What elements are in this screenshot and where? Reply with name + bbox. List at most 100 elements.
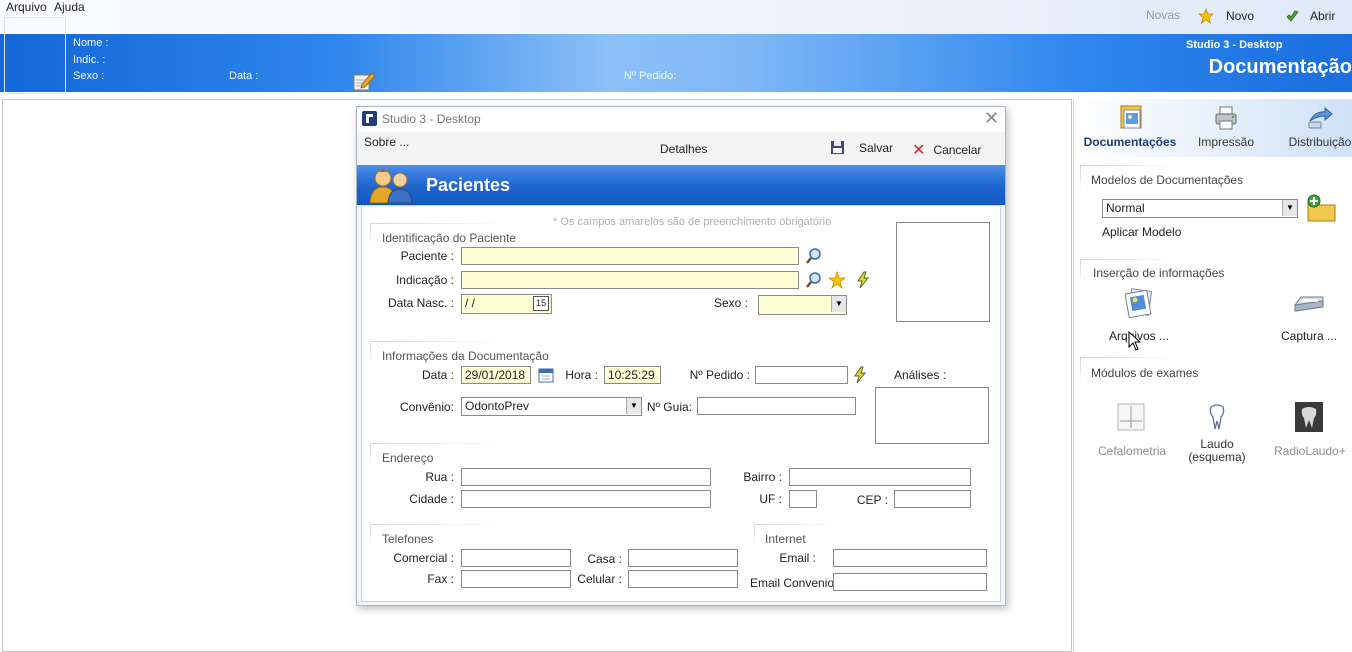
dialog-banner: Pacientes xyxy=(357,165,1005,205)
search-icon[interactable] xyxy=(805,271,823,289)
dialog-toolbar: Sobre ... Detalhes Salvar ✕ Cancelar xyxy=(357,132,1005,164)
mobile-label: Celular : xyxy=(577,572,622,586)
menu-ajuda[interactable]: Ajuda xyxy=(54,0,85,14)
date-field[interactable]: 29/01/2018 xyxy=(461,366,531,384)
lightning-icon[interactable] xyxy=(851,366,869,384)
insurance-label: Convênio: xyxy=(399,400,454,414)
commercial-label: Comercial : xyxy=(393,551,454,565)
about-menu[interactable]: Sobre ... xyxy=(364,135,409,149)
models-group-title: Modelos de Documentações xyxy=(1091,173,1244,187)
add-folder-icon[interactable] xyxy=(1305,193,1339,223)
dialog-title: Studio 3 - Desktop xyxy=(382,112,481,126)
order-field[interactable] xyxy=(755,366,848,384)
street-field[interactable] xyxy=(461,468,711,486)
calendar-icon[interactable]: 15 xyxy=(533,296,549,311)
new-button[interactable]: Novo xyxy=(1198,8,1254,24)
tab-documentacoes-label: Documentações xyxy=(1083,135,1177,149)
capture-label: Captura ... xyxy=(1280,329,1338,343)
email-label: Email : xyxy=(779,551,816,565)
top-bar: Arquivo Ajuda Novas Novo Abrir xyxy=(0,0,1352,34)
home-phone-field[interactable] xyxy=(628,549,738,567)
tab-distribuicao[interactable]: Distribuição xyxy=(1284,99,1352,157)
time-field[interactable]: 10:25:29 xyxy=(604,366,661,384)
patients-people-icon xyxy=(369,169,413,203)
tab-documentacoes[interactable]: Documentações xyxy=(1078,99,1182,157)
indication-label: Indicação : xyxy=(395,273,454,287)
guide-label: Nº Guia: xyxy=(646,400,692,414)
app-logo-icon xyxy=(362,111,377,126)
mobile-phone-field[interactable] xyxy=(628,570,738,588)
right-panel-tabs: Documentações Impressão Distribuição xyxy=(1074,99,1352,157)
patient-header: Nome : Indic. : Sexo : Data : Nº Pedido:… xyxy=(0,34,1352,92)
star-icon[interactable] xyxy=(828,271,846,289)
commercial-phone-field[interactable] xyxy=(461,549,571,567)
address-section-title: Endereço xyxy=(382,451,434,465)
save-button[interactable]: Salvar xyxy=(830,140,893,155)
radiolaudo-label: RadioLaudo+ xyxy=(1274,444,1346,458)
guide-field[interactable] xyxy=(697,397,856,415)
sex-select[interactable]: ▼ xyxy=(758,295,847,315)
patient-label: Paciente : xyxy=(400,249,454,263)
patient-photo-frame[interactable] xyxy=(896,222,990,322)
calendar-icon[interactable] xyxy=(537,366,555,384)
chevron-down-icon: ▼ xyxy=(626,398,641,414)
cephalometry-icon xyxy=(1117,403,1145,431)
insurance-select-value: OdontoPrev xyxy=(465,399,530,413)
model-select[interactable]: Normal ▼ xyxy=(1102,199,1298,218)
tab-distribuicao-label: Distribuição xyxy=(1288,135,1352,149)
fax-field[interactable] xyxy=(461,570,571,588)
edit-note-icon[interactable] xyxy=(352,70,376,92)
city-field[interactable] xyxy=(461,490,711,508)
birth-date-field[interactable]: / / 15 xyxy=(461,294,552,314)
page-title: Documentação xyxy=(1208,56,1352,78)
tab-impressao[interactable]: Impressão xyxy=(1190,99,1262,157)
details-button[interactable]: Detalhes xyxy=(660,142,707,156)
identification-section-title: Identificação do Paciente xyxy=(382,231,517,245)
insert-group-title: Inserção de informações xyxy=(1093,266,1225,280)
header-indic-label: Indic. : xyxy=(73,54,106,66)
birth-label: Data Nasc. : xyxy=(387,296,454,310)
header-name-label: Nome : xyxy=(73,37,109,49)
zip-field[interactable] xyxy=(894,490,971,508)
documentation-section-title: Informações da Documentação xyxy=(382,349,549,363)
analyses-box[interactable] xyxy=(875,387,989,444)
open-arrow-icon xyxy=(1286,10,1299,22)
patient-field[interactable] xyxy=(461,247,799,265)
internet-section-title: Internet xyxy=(765,532,806,546)
sex-label: Sexo : xyxy=(713,296,748,310)
news-button[interactable]: Novas xyxy=(1146,8,1180,22)
laudo-label: Laudo (esquema) xyxy=(1188,437,1246,464)
red-x-icon: ✕ xyxy=(912,142,926,159)
patient-form: * Os campos amarelos são de preenchiment… xyxy=(361,205,1001,602)
dialog-titlebar[interactable]: Studio 3 - Desktop ✕ xyxy=(357,107,1005,132)
email-field[interactable] xyxy=(833,549,987,567)
apply-model-button[interactable]: Aplicar Modelo xyxy=(1102,225,1181,239)
printer-icon xyxy=(1215,106,1237,130)
insurance-select[interactable]: OdontoPrev ▼ xyxy=(461,397,642,416)
district-field[interactable] xyxy=(789,468,971,486)
search-icon[interactable] xyxy=(805,247,823,265)
state-field[interactable] xyxy=(789,490,817,508)
lightning-icon[interactable] xyxy=(854,271,872,289)
analyses-label: Análises : xyxy=(894,368,947,382)
header-date-label: Data : xyxy=(229,70,259,82)
email-insurance-field[interactable] xyxy=(833,573,987,591)
cancel-button[interactable]: ✕ Cancelar xyxy=(912,140,981,160)
open-button[interactable]: Abrir xyxy=(1284,8,1335,24)
city-label: Cidade : xyxy=(409,492,454,506)
save-label: Salvar xyxy=(859,140,894,155)
floppy-disk-icon xyxy=(831,141,844,154)
laudo-button[interactable]: Laudo (esquema) xyxy=(1182,401,1252,464)
chevron-down-icon: ▼ xyxy=(831,296,846,312)
close-icon[interactable]: ✕ xyxy=(984,108,999,129)
menu-arquivo[interactable]: Arquivo xyxy=(6,0,47,14)
new-label: Novo xyxy=(1226,9,1255,23)
capture-button[interactable]: Captura ... xyxy=(1274,287,1344,343)
cefalometria-button[interactable]: Cefalometria xyxy=(1098,401,1167,458)
indication-field[interactable] xyxy=(461,271,799,289)
scanner-icon xyxy=(1294,296,1324,312)
radiolaudo-button[interactable]: RadioLaudo+ xyxy=(1274,401,1346,458)
cefalometria-label: Cefalometria xyxy=(1098,444,1167,458)
phones-section-title: Telefones xyxy=(382,532,434,546)
zip-label: CEP : xyxy=(856,493,888,507)
